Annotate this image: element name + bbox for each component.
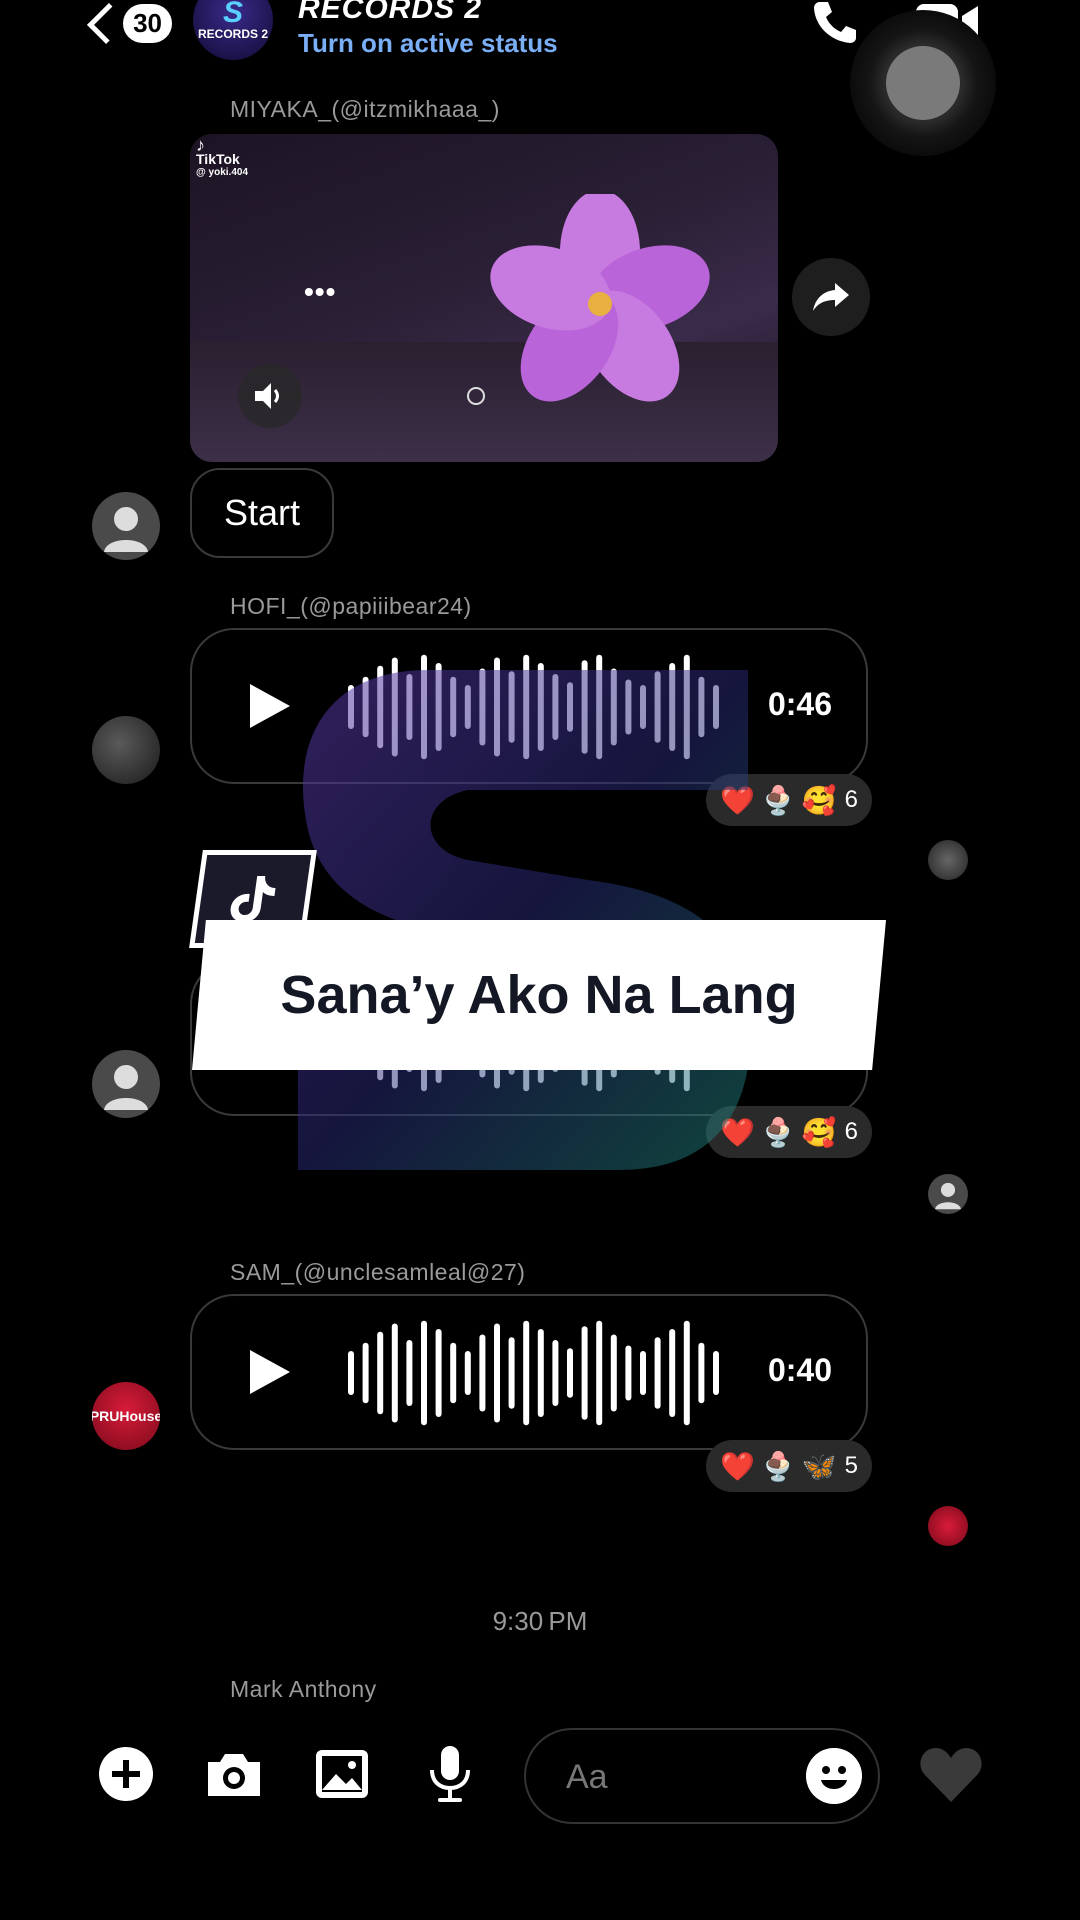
waveform-bar [523, 1320, 530, 1426]
microphone-icon[interactable] [420, 1744, 480, 1804]
sparkle-icon [467, 387, 485, 405]
avatar-default[interactable] [92, 1050, 160, 1118]
waveform-bar [610, 1334, 617, 1412]
waveform-bar [435, 1329, 442, 1417]
reaction-icecream: 🍨 [760, 1116, 796, 1148]
camera-icon[interactable] [204, 1744, 264, 1804]
person-icon [104, 507, 148, 552]
reaction-butterfly: 🦋 [801, 1450, 837, 1482]
reaction-smile-hearts: 🥰 [801, 784, 837, 816]
sound-button[interactable] [238, 364, 302, 428]
person-icon [935, 1182, 961, 1210]
image-icon[interactable] [312, 1744, 372, 1804]
chat-title[interactable]: RECORDS 2 [298, 0, 482, 26]
waveform-bar [640, 1351, 646, 1395]
tiktok-icon [230, 876, 276, 922]
reaction-heart: ❤️ [720, 1450, 755, 1482]
play-icon[interactable] [250, 1350, 290, 1394]
read-receipt-avatar [928, 1506, 968, 1546]
unread-count-badge: 30 [123, 3, 172, 43]
reaction-count: 5 [844, 1452, 858, 1479]
smiley-icon[interactable] [806, 1748, 862, 1804]
song-title-banner: Sana’y Ako Na Lang [192, 920, 886, 1070]
waveform-bar [406, 1340, 413, 1406]
reaction-smile-hearts: 🥰 [801, 1116, 837, 1148]
read-receipt-avatar [928, 1174, 968, 1214]
reaction-count: 6 [844, 786, 858, 813]
flower-image [490, 194, 710, 402]
sender-name: MIYAKA_(@itzmikhaaa_) [230, 96, 500, 122]
waveform-bar [421, 1320, 427, 1426]
waveform-bar [391, 1323, 398, 1423]
waveform-bar [464, 1351, 471, 1395]
start-button[interactable]: Start [190, 468, 334, 558]
voice-duration: 0:46 [767, 686, 832, 722]
reactions-bar[interactable]: ❤️ 🍨 🦋 5 [706, 1440, 872, 1492]
avatar-sam[interactable]: PRUHouse [92, 1382, 160, 1450]
waveform-bar [683, 1320, 690, 1426]
avatar-hofi[interactable] [92, 716, 160, 784]
avatar-default[interactable] [92, 492, 160, 560]
waveform-bar [625, 1345, 632, 1401]
waveform-bar [494, 1323, 500, 1423]
waveform-bar [698, 1342, 705, 1404]
reaction-icecream: 🍨 [760, 1450, 796, 1482]
phone-icon[interactable] [812, 0, 858, 44]
chevron-left-icon [87, 2, 129, 44]
sender-name: Mark Anthony [230, 1676, 377, 1702]
reaction-count: 6 [844, 1118, 858, 1145]
group-avatar-letter: S [222, 0, 243, 29]
read-receipt-avatar [928, 840, 968, 880]
back-button[interactable]: 30 [82, 2, 172, 44]
waveform-bar [581, 1326, 588, 1420]
waveform-bar [377, 1331, 384, 1415]
waveform-bar [567, 1348, 573, 1398]
share-button[interactable] [792, 258, 870, 336]
share-icon [813, 283, 849, 311]
sender-name: SAM_(@unclesamleal@27) [230, 1259, 526, 1285]
waveform [348, 1320, 719, 1426]
plus-circle-icon[interactable] [96, 1744, 156, 1804]
group-avatar[interactable]: S RECORDS 2 [193, 0, 273, 60]
waveform-bar [713, 1351, 719, 1395]
heart-icon[interactable] [918, 1744, 984, 1806]
active-status-link[interactable]: Turn on active status [298, 28, 558, 59]
voice-duration: 0:40 [767, 1352, 832, 1388]
waveform-bar [596, 1320, 603, 1426]
waveform-bar [348, 1351, 354, 1395]
timestamp-separator: 9:30 PM [492, 1606, 588, 1636]
video-menu-dots[interactable]: ••• [304, 276, 336, 308]
waveform-bar [479, 1334, 486, 1412]
waveform-bar [362, 1342, 369, 1404]
group-avatar-text: RECORDS 2 [197, 27, 268, 41]
speaker-icon [255, 383, 279, 409]
tiktok-watermark: ♪ TikTok @ yoki.404 [196, 135, 249, 178]
song-title: Sana’y Ako Na Lang [280, 965, 798, 1025]
avatar-logo-text: PRUHouse [92, 1408, 160, 1424]
floating-chat-head[interactable] [850, 10, 996, 156]
waveform-bar [552, 1340, 559, 1406]
waveform-bar [537, 1329, 544, 1417]
sender-name: HOFI_(@papiiibear24) [230, 593, 472, 619]
reaction-icecream: 🍨 [760, 784, 796, 816]
play-icon[interactable] [250, 684, 290, 728]
message-input[interactable]: Aa [524, 1728, 880, 1824]
waveform-bar [669, 1329, 676, 1417]
message-placeholder: Aa [566, 1758, 608, 1796]
voice-message[interactable]: 0:40 [190, 1294, 868, 1450]
person-icon [104, 1065, 148, 1110]
waveform-bar [654, 1337, 661, 1409]
waveform-bar [508, 1337, 515, 1409]
waveform-bar [450, 1342, 457, 1404]
